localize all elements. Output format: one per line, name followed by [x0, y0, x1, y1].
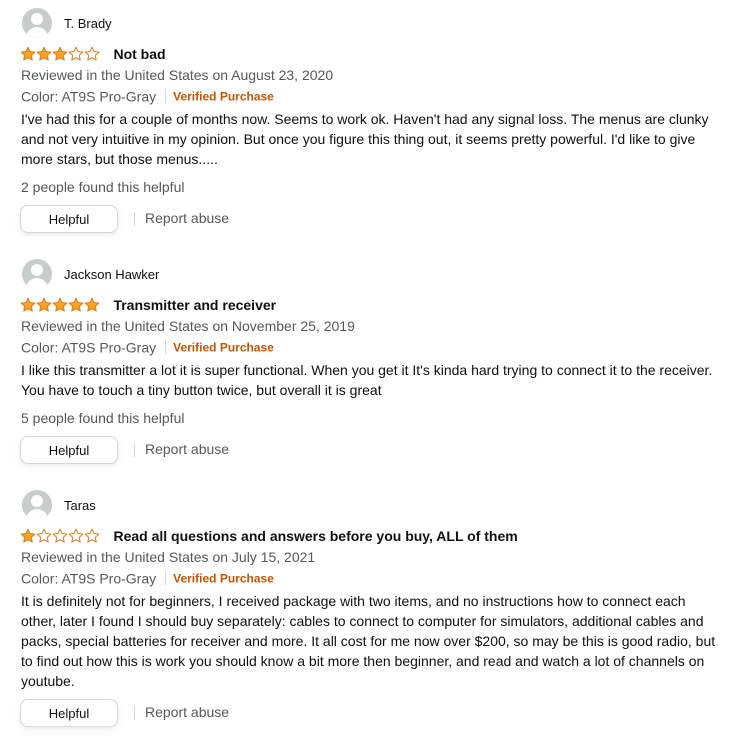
star-empty-icon	[68, 528, 84, 543]
star-filled-icon	[68, 297, 84, 312]
review-meta: Color: AT9S Pro-Gray Verified Purchase	[21, 569, 274, 586]
reviewer-profile[interactable]: Taras	[22, 490, 322, 522]
review-title[interactable]: Not bad	[113, 46, 165, 62]
star-rating[interactable]	[20, 297, 100, 313]
reviewer-name[interactable]: Taras	[64, 498, 96, 513]
helpful-count: 5 people found this helpful	[21, 410, 185, 426]
star-filled-icon	[36, 46, 52, 61]
reviewer-name[interactable]: T. Brady	[64, 16, 112, 31]
helpful-count: 2 people found this helpful	[21, 179, 185, 195]
star-filled-icon	[52, 297, 68, 312]
action-divider	[134, 706, 135, 720]
star-filled-icon	[20, 297, 36, 312]
star-filled-icon	[20, 528, 36, 543]
review-actions: Helpful Report abuse	[20, 699, 420, 729]
helpful-button[interactable]: Helpful	[20, 436, 118, 464]
star-empty-icon	[52, 528, 68, 543]
color-variant[interactable]: Color: AT9S Pro-Gray	[21, 570, 156, 586]
meta-divider	[165, 89, 167, 104]
reviewer-name[interactable]: Jackson Hawker	[64, 267, 159, 282]
helpful-button[interactable]: Helpful	[20, 205, 118, 233]
avatar-icon	[22, 259, 52, 289]
star-filled-icon	[36, 297, 52, 312]
report-abuse-link[interactable]: Report abuse	[145, 704, 229, 720]
star-rating[interactable]	[20, 46, 100, 62]
star-rating[interactable]	[20, 528, 100, 544]
star-empty-icon	[84, 46, 100, 61]
avatar-icon	[22, 8, 52, 38]
color-variant[interactable]: Color: AT9S Pro-Gray	[21, 88, 156, 104]
review-date: Reviewed in the United States on August …	[21, 67, 334, 83]
action-divider	[134, 443, 135, 457]
review-body: It is definitely not for beginners, I re…	[21, 593, 716, 689]
review-actions: Helpful Report abuse	[20, 205, 420, 235]
verified-purchase-badge: Verified Purchase	[173, 340, 274, 355]
reviewer-profile[interactable]: T. Brady	[22, 8, 322, 40]
verified-purchase-badge: Verified Purchase	[173, 89, 274, 104]
star-filled-icon	[52, 46, 68, 61]
avatar-icon	[22, 490, 52, 520]
star-filled-icon	[84, 297, 100, 312]
review-body: I like this transmitter a lot it is supe…	[21, 362, 713, 398]
review-title[interactable]: Transmitter and receiver	[113, 297, 276, 313]
star-empty-icon	[84, 528, 100, 543]
star-filled-icon	[20, 46, 36, 61]
review-actions: Helpful Report abuse	[20, 436, 420, 466]
review-title[interactable]: Read all questions and answers before yo…	[113, 528, 517, 544]
color-variant[interactable]: Color: AT9S Pro-Gray	[21, 339, 156, 355]
star-empty-icon	[68, 46, 84, 61]
verified-purchase-badge: Verified Purchase	[173, 571, 274, 586]
review-meta: Color: AT9S Pro-Gray Verified Purchase	[21, 87, 274, 104]
report-abuse-link[interactable]: Report abuse	[145, 441, 229, 457]
meta-divider	[165, 340, 167, 355]
review-title-row: Not bad	[20, 45, 166, 65]
review-title-row: Read all questions and answers before yo…	[20, 527, 518, 547]
helpful-button[interactable]: Helpful	[20, 699, 118, 727]
review-title-row: Transmitter and receiver	[20, 296, 276, 316]
report-abuse-link[interactable]: Report abuse	[145, 210, 229, 226]
review-meta: Color: AT9S Pro-Gray Verified Purchase	[21, 338, 274, 355]
review-body: I've had this for a couple of months now…	[21, 111, 709, 167]
meta-divider	[165, 571, 167, 586]
reviewer-profile[interactable]: Jackson Hawker	[22, 259, 322, 291]
review-date: Reviewed in the United States on July 15…	[21, 549, 316, 565]
review-date: Reviewed in the United States on Novembe…	[21, 318, 355, 334]
star-empty-icon	[36, 528, 52, 543]
action-divider	[134, 212, 135, 226]
